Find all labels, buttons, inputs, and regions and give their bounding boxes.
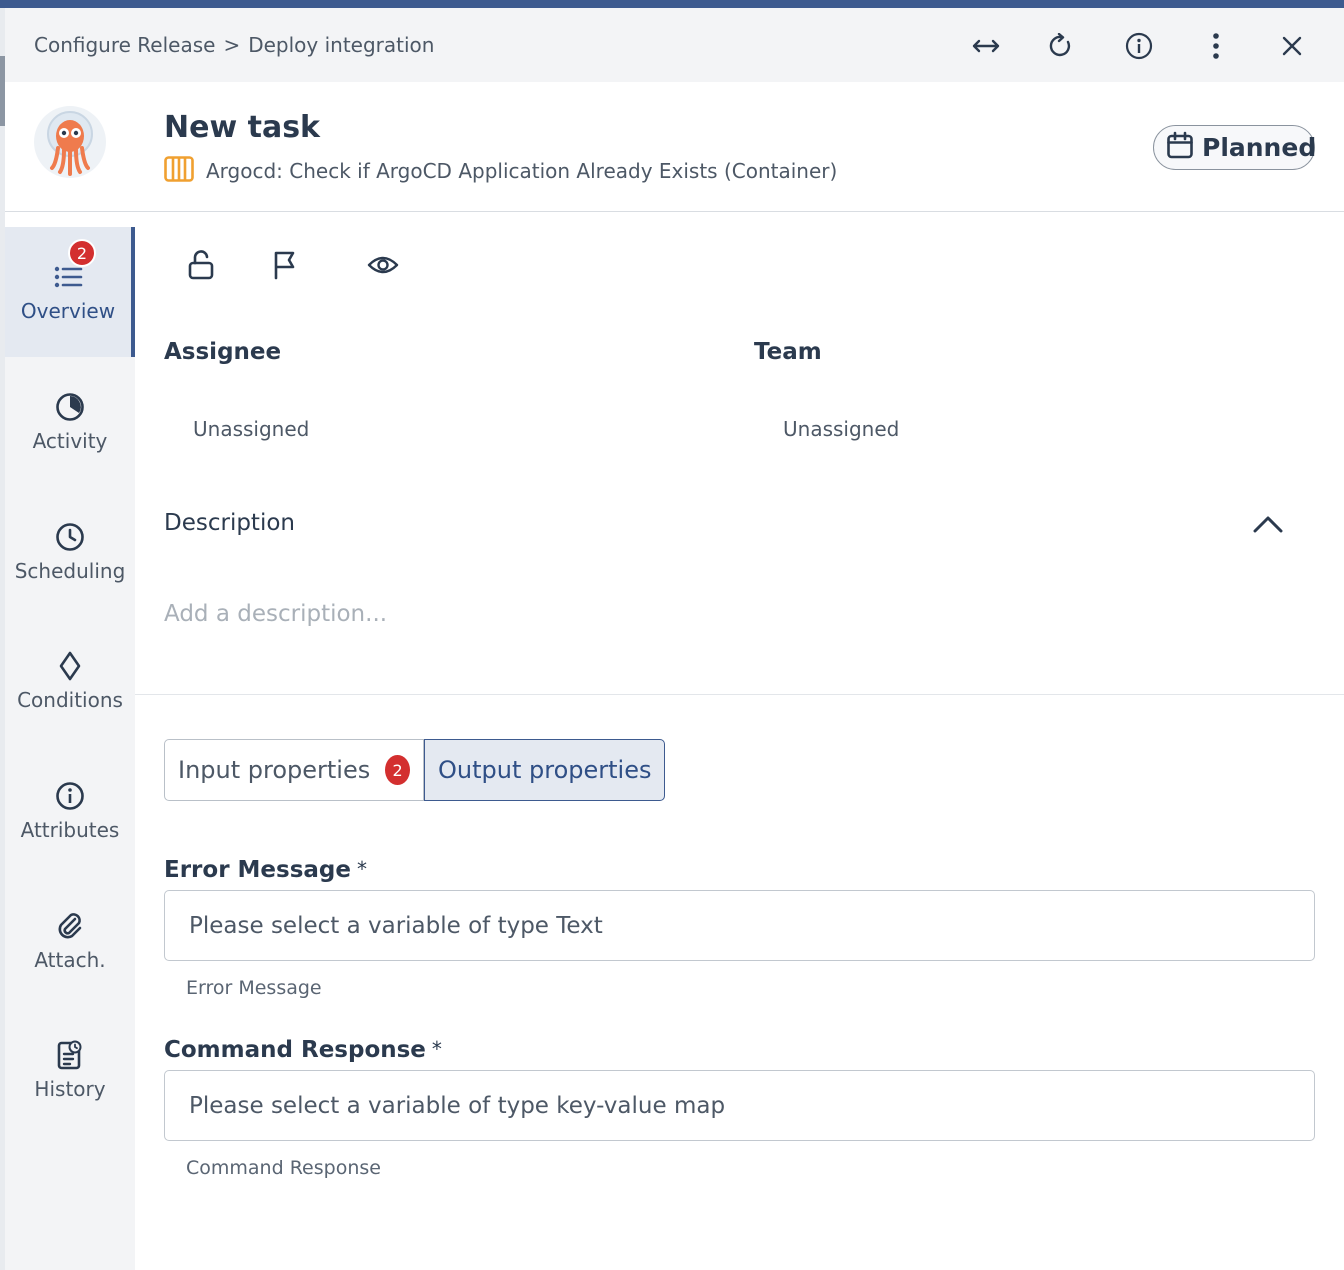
sidebar-item-attachments[interactable]: Attach. — [5, 876, 135, 1006]
task-panel: Configure Release > Deploy integration N… — [5, 8, 1344, 1270]
sidebar-item-conditions[interactable]: Conditions — [5, 616, 135, 746]
sidebar-item-label: Scheduling — [14, 559, 126, 583]
description-input[interactable]: Add a description... — [164, 601, 387, 627]
diamond-icon — [54, 650, 86, 682]
refresh-icon[interactable] — [1045, 30, 1077, 62]
breadcrumb: Configure Release > Deploy integration — [34, 33, 434, 57]
task-type: Argocd: Check if ArgoCD Application Alre… — [164, 156, 837, 186]
more-vertical-icon[interactable] — [1200, 30, 1232, 62]
sidebar-item-label: Overview — [20, 299, 116, 323]
command-response-field[interactable] — [164, 1070, 1315, 1141]
section-divider — [135, 694, 1344, 695]
error-message-help: Error Message — [186, 977, 322, 999]
task-header: New task Argocd: Check if ArgoCD Applica… — [5, 82, 1344, 212]
tab-label: Input properties — [178, 756, 371, 784]
sidebar-item-label: Conditions — [17, 688, 123, 712]
list-icon: 2 — [52, 239, 96, 293]
team-value[interactable]: Unassigned — [783, 417, 899, 441]
sidebar-item-label: Activity — [32, 429, 108, 453]
sidebar-item-activity[interactable]: Activity — [5, 357, 135, 487]
flag-icon[interactable] — [268, 248, 302, 282]
lock-open-icon[interactable] — [184, 248, 218, 282]
close-icon[interactable] — [1276, 30, 1308, 62]
sidebar-item-scheduling[interactable]: Scheduling — [5, 487, 135, 617]
breadcrumb-parent[interactable]: Configure Release — [34, 33, 215, 57]
overview-badge: 2 — [68, 239, 96, 267]
argo-logo-icon — [34, 106, 106, 178]
field-label-text: Command Response — [164, 1037, 426, 1063]
sidebar-item-overview[interactable]: 2 Overview — [5, 227, 135, 357]
field-label-text: Error Message — [164, 857, 351, 883]
command-response-label: Command Response * — [164, 1037, 442, 1063]
tab-label: Output properties — [438, 756, 652, 784]
info-icon — [54, 780, 86, 812]
breadcrumb-current: Deploy integration — [248, 33, 435, 57]
chevron-up-icon[interactable] — [1251, 510, 1285, 538]
input-properties-badge: 2 — [385, 755, 410, 785]
assignee-value[interactable]: Unassigned — [193, 417, 309, 441]
clock-icon — [54, 521, 86, 553]
required-marker: * — [431, 1037, 442, 1061]
status-label: Planned — [1202, 133, 1317, 162]
sidebar-item-attributes[interactable]: Attributes — [5, 746, 135, 876]
description-label: Description — [164, 510, 295, 536]
side-navigation: 2 Overview Activity Scheduling Condition… — [5, 227, 135, 1270]
required-marker: * — [357, 857, 367, 881]
calendar-icon — [1166, 131, 1194, 165]
info-icon[interactable] — [1123, 30, 1155, 62]
eye-icon[interactable] — [366, 248, 400, 282]
command-response-help: Command Response — [186, 1157, 381, 1179]
properties-tabs: Input properties 2 Output properties — [164, 739, 665, 801]
activity-icon — [54, 391, 86, 423]
top-accent-bar — [0, 0, 1344, 8]
task-title[interactable]: New task — [164, 110, 320, 145]
tab-input-properties[interactable]: Input properties 2 — [164, 739, 424, 801]
status-badge[interactable]: Planned — [1153, 125, 1317, 170]
assignee-label: Assignee — [164, 339, 282, 365]
breadcrumb-separator: > — [223, 33, 241, 57]
team-label: Team — [754, 339, 822, 365]
container-task-icon — [164, 156, 194, 186]
sidebar-item-history[interactable]: History — [5, 1005, 135, 1135]
tab-output-properties[interactable]: Output properties — [424, 739, 665, 801]
panel-topbar: Configure Release > Deploy integration — [5, 8, 1344, 82]
error-message-field[interactable] — [164, 890, 1315, 961]
sidebar-item-label: History — [34, 1077, 106, 1101]
error-message-label: Error Message * — [164, 857, 367, 883]
sidebar-item-label: Attributes — [20, 818, 120, 842]
sidebar-item-label: Attach. — [34, 948, 106, 972]
paperclip-icon — [54, 910, 86, 942]
history-icon — [54, 1039, 86, 1071]
task-type-label: Argocd: Check if ArgoCD Application Alre… — [206, 159, 838, 183]
overview-content: Assignee Unassigned Team Unassigned Desc… — [135, 213, 1344, 1270]
expand-horizontal-icon[interactable] — [970, 30, 1002, 62]
